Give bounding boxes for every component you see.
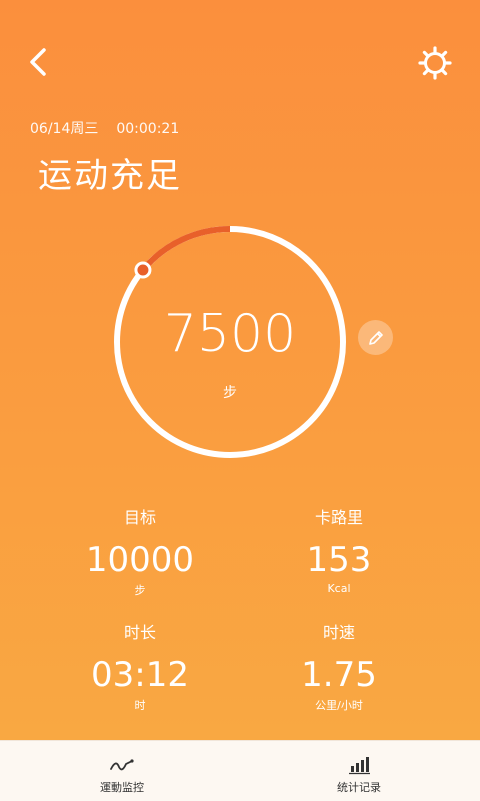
bottom-tab-bar: 運動监控 统计记录 [0, 740, 480, 801]
progress-knob [134, 261, 152, 279]
sport-monitor-icon [110, 759, 134, 771]
gear-icon [418, 46, 452, 80]
tab-sport-monitor[interactable]: 運動监控 [62, 741, 182, 801]
settings-button[interactable] [416, 44, 454, 82]
duration-stat: 时长 03:12 时 [40, 619, 240, 713]
duration-unit: 时 [134, 699, 146, 712]
elapsed-time: 00:00:21 [116, 121, 180, 137]
calories-stat: 卡路里 153 Kcal [239, 504, 439, 595]
tab-statistics-label: 统计记录 [337, 781, 381, 794]
calories-label: 卡路里 [314, 508, 363, 527]
tab-statistics[interactable]: 统计记录 [299, 741, 419, 801]
app-screen: 06/14周三 00:00:21 运动充足 7500 步 目标 10000 步 卡… [0, 0, 480, 740]
activity-status-title: 运动充足 [38, 156, 182, 196]
calories-value: 153 [306, 540, 372, 580]
goal-label: 目标 [123, 508, 156, 527]
duration-label: 时长 [123, 623, 156, 642]
date-text: 06/14周三 [30, 121, 99, 137]
steps-count: 7500 [163, 304, 297, 364]
goal-value: 10000 [85, 540, 195, 580]
session-datetime: 06/14周三 00:00:21 [30, 118, 179, 138]
goal-unit: 步 [134, 584, 146, 597]
edit-goal-button[interactable] [358, 320, 393, 355]
speed-label: 时速 [322, 623, 355, 642]
bar-chart-icon [349, 757, 370, 775]
duration-value: 03:12 [91, 655, 189, 695]
back-arrow-icon [30, 48, 46, 76]
speed-stat: 时速 1.75 公里/小时 [239, 619, 439, 713]
speed-unit: 公里/小时 [315, 699, 363, 712]
tab-sport-monitor-label: 運動监控 [100, 781, 144, 794]
back-button[interactable] [22, 44, 58, 80]
progress-arc [140, 226, 231, 272]
calories-unit: Kcal [327, 582, 351, 595]
pencil-icon [368, 330, 383, 345]
goal-stat: 目标 10000 步 [40, 504, 240, 598]
speed-value: 1.75 [301, 655, 377, 695]
steps-unit: 步 [223, 385, 237, 401]
